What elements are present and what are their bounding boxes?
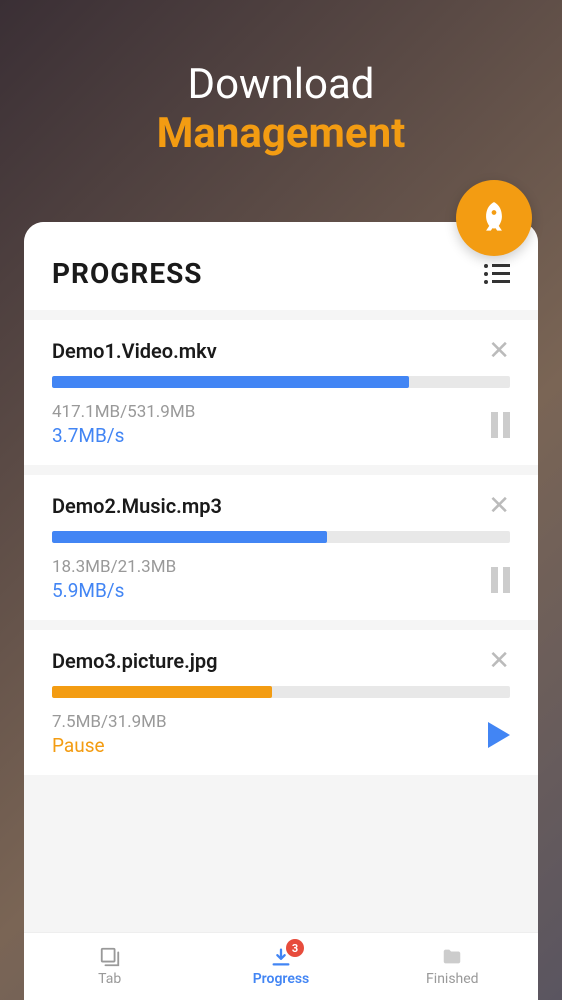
cancel-button[interactable]: ✕ xyxy=(488,648,510,674)
progress-bar xyxy=(52,531,510,543)
download-status: Pause xyxy=(52,734,167,757)
download-item: Demo1.Video.mkv ✕ 417.1MB/531.9MB 3.7MB/… xyxy=(24,320,538,465)
progress-card: PROGRESS Demo1.Video.mkv ✕ 417.1MB/531.9… xyxy=(24,222,538,1000)
promo-header: Download Management xyxy=(0,0,562,188)
list-view-button[interactable] xyxy=(484,264,510,284)
download-filename: Demo2.Music.mp3 xyxy=(52,494,222,518)
nav-badge: 3 xyxy=(286,939,304,957)
cancel-button[interactable]: ✕ xyxy=(488,338,510,364)
boost-button[interactable] xyxy=(456,180,532,256)
pause-button[interactable] xyxy=(491,567,510,593)
download-speed: 3.7MB/s xyxy=(52,424,195,447)
nav-progress[interactable]: 3 Progress xyxy=(195,933,366,1000)
card-title: PROGRESS xyxy=(52,257,203,290)
header-title-line2: Management xyxy=(0,109,562,158)
download-size: 417.1MB/531.9MB xyxy=(52,402,195,422)
progress-fill xyxy=(52,531,327,543)
resume-button[interactable] xyxy=(488,722,510,748)
download-item: Demo3.picture.jpg ✕ 7.5MB/31.9MB Pause xyxy=(24,630,538,775)
download-filename: Demo1.Video.mkv xyxy=(52,339,217,363)
bottom-nav: Tab 3 Progress Finished xyxy=(24,932,538,1000)
folder-icon xyxy=(441,946,463,968)
nav-finished[interactable]: Finished xyxy=(367,933,538,1000)
progress-bar xyxy=(52,376,510,388)
nav-tab[interactable]: Tab xyxy=(24,933,195,1000)
nav-label: Finished xyxy=(426,971,479,987)
download-size: 18.3MB/21.3MB xyxy=(52,557,176,577)
cancel-button[interactable]: ✕ xyxy=(488,493,510,519)
header-title-line1: Download xyxy=(0,60,562,109)
nav-label: Progress xyxy=(253,971,310,987)
progress-bar xyxy=(52,686,510,698)
progress-fill xyxy=(52,686,272,698)
download-speed: 5.9MB/s xyxy=(52,579,176,602)
download-item: Demo2.Music.mp3 ✕ 18.3MB/21.3MB 5.9MB/s xyxy=(24,475,538,620)
download-filename: Demo3.picture.jpg xyxy=(52,649,218,673)
tab-icon xyxy=(99,946,121,968)
download-size: 7.5MB/31.9MB xyxy=(52,712,167,732)
pause-button[interactable] xyxy=(491,412,510,438)
nav-label: Tab xyxy=(98,971,121,987)
progress-fill xyxy=(52,376,409,388)
rocket-icon xyxy=(475,199,513,237)
